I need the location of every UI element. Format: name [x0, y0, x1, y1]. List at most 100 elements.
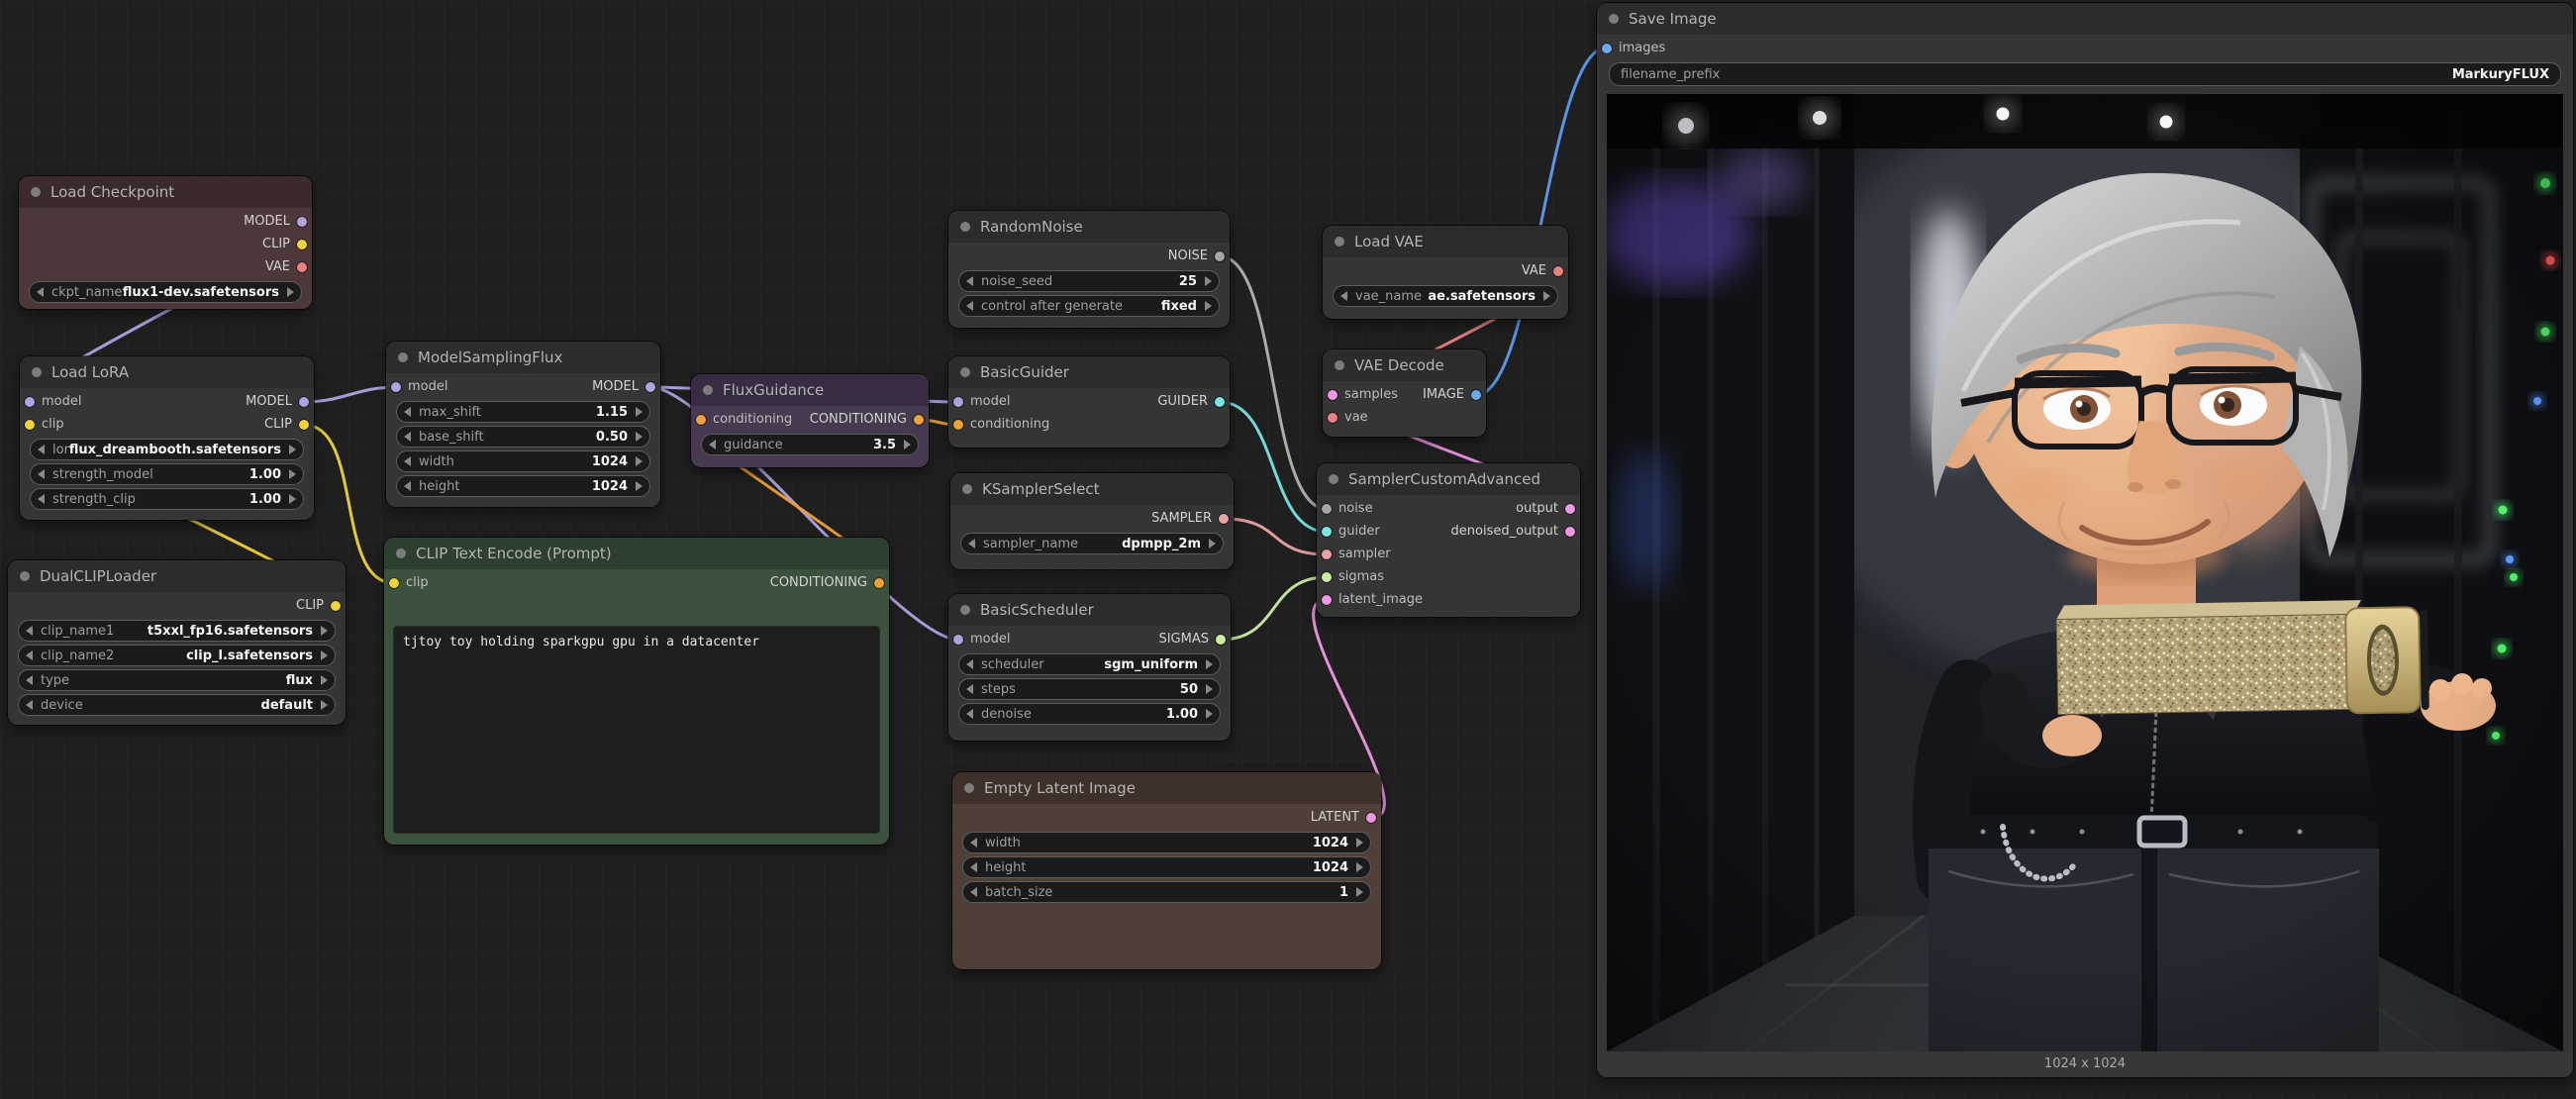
prev-arrow-icon[interactable]	[968, 539, 975, 549]
node-empty-latent-image[interactable]: Empty Latent Image LATENT width 1024 hei…	[952, 772, 1381, 969]
node-header[interactable]: BasicScheduler	[948, 594, 1231, 626]
increment-arrow-icon[interactable]	[636, 407, 643, 417]
decrement-arrow-icon[interactable]	[404, 481, 411, 491]
widget-strength-model[interactable]: strength_model 1.00	[30, 463, 304, 485]
node-header[interactable]: BasicGuider	[948, 356, 1230, 388]
node-header[interactable]: FluxGuidance	[691, 374, 929, 406]
input-slot-latent-image[interactable]	[1322, 595, 1332, 605]
increment-arrow-icon[interactable]	[1206, 709, 1213, 719]
next-arrow-icon[interactable]	[1206, 659, 1213, 669]
node-header[interactable]: Load VAE	[1323, 226, 1568, 257]
node-header[interactable]: VAE Decode	[1323, 350, 1486, 381]
input-slot-model[interactable]	[953, 397, 963, 407]
output-slot-conditioning[interactable]	[914, 415, 924, 425]
decrement-arrow-icon[interactable]	[966, 276, 973, 286]
node-load-vae[interactable]: Load VAE VAE vae_name ae.safetensors	[1323, 226, 1568, 319]
widget-width[interactable]: width 1024	[396, 450, 650, 472]
widget-ckpt-name[interactable]: ckpt_name flux1-dev.safetensors	[29, 281, 302, 303]
node-header[interactable]: DualCLIPLoader	[8, 560, 346, 592]
increment-arrow-icon[interactable]	[1356, 862, 1363, 872]
widget-type[interactable]: type flux	[18, 669, 336, 691]
output-slot-vae[interactable]	[1553, 266, 1563, 276]
node-dual-clip-loader[interactable]: DualCLIPLoader CLIP clip_name1 t5xxl_fp1…	[8, 560, 346, 725]
input-slot-conditioning[interactable]	[696, 415, 706, 425]
input-slot-guider[interactable]	[1322, 527, 1332, 537]
widget-noise-seed[interactable]: noise_seed 25	[958, 270, 1220, 292]
output-slot-noise[interactable]	[1215, 251, 1225, 261]
increment-arrow-icon[interactable]	[1205, 276, 1212, 286]
widget-filename-prefix[interactable]: filename_prefix MarkuryFLUX	[1609, 62, 2561, 86]
node-flux-guidance[interactable]: FluxGuidance conditioning CONDITIONING g…	[691, 374, 929, 467]
node-save-image[interactable]: Save Image images filename_prefix Markur…	[1597, 3, 2573, 1077]
node-load-lora[interactable]: Load LoRA model MODEL clip CLIP lor ... …	[20, 356, 314, 520]
next-arrow-icon[interactable]	[1205, 301, 1212, 311]
node-header[interactable]: CLIP Text Encode (Prompt)	[384, 538, 889, 569]
increment-arrow-icon[interactable]	[636, 456, 643, 466]
input-slot-images[interactable]	[1602, 44, 1612, 53]
node-sampler-custom-advanced[interactable]: SamplerCustomAdvanced noise output guide…	[1317, 463, 1580, 617]
increment-arrow-icon[interactable]	[1356, 887, 1363, 897]
node-model-sampling-flux[interactable]: ModelSamplingFlux model MODEL max_shift …	[386, 342, 660, 507]
decrement-arrow-icon[interactable]	[404, 456, 411, 466]
output-slot-clip[interactable]	[299, 420, 309, 430]
increment-arrow-icon[interactable]	[289, 494, 296, 504]
prev-arrow-icon[interactable]	[1340, 291, 1347, 301]
next-arrow-icon[interactable]	[321, 650, 328, 660]
input-slot-samples[interactable]	[1328, 390, 1338, 400]
increment-arrow-icon[interactable]	[904, 440, 911, 450]
widget-strength-clip[interactable]: strength_clip 1.00	[30, 488, 304, 510]
prev-arrow-icon[interactable]	[26, 626, 33, 636]
output-slot-output[interactable]	[1565, 504, 1575, 514]
input-slot-sampler[interactable]	[1322, 550, 1332, 559]
node-header[interactable]: KSamplerSelect	[950, 473, 1234, 505]
output-slot-conditioning[interactable]	[874, 578, 884, 588]
widget-device[interactable]: device default	[18, 694, 336, 716]
output-slot-sigmas[interactable]	[1216, 635, 1226, 645]
decrement-arrow-icon[interactable]	[970, 838, 977, 848]
input-slot-model[interactable]	[953, 635, 963, 645]
input-slot-conditioning[interactable]	[953, 420, 963, 430]
output-slot-model[interactable]	[297, 217, 307, 227]
node-header[interactable]: Empty Latent Image	[952, 772, 1381, 804]
decrement-arrow-icon[interactable]	[404, 432, 411, 442]
output-slot-clip[interactable]	[297, 240, 307, 250]
node-header[interactable]: Load LoRA	[20, 356, 314, 388]
decrement-arrow-icon[interactable]	[966, 709, 973, 719]
prompt-textarea[interactable]: tjtoy toy holding sparkgpu gpu in a data…	[394, 627, 879, 833]
node-clip-text-encode[interactable]: CLIP Text Encode (Prompt) clip CONDITION…	[384, 538, 889, 845]
widget-width[interactable]: width 1024	[962, 832, 1371, 853]
node-header[interactable]: Save Image	[1597, 3, 2573, 35]
widget-clip-name2[interactable]: clip_name2 clip_l.safetensors	[18, 645, 336, 666]
output-slot-latent[interactable]	[1366, 813, 1376, 823]
increment-arrow-icon[interactable]	[636, 432, 643, 442]
node-header[interactable]: Load Checkpoint	[19, 176, 312, 208]
decrement-arrow-icon[interactable]	[38, 469, 45, 479]
prev-arrow-icon[interactable]	[26, 700, 33, 710]
prev-arrow-icon[interactable]	[26, 675, 33, 685]
input-slot-sigmas[interactable]	[1322, 572, 1332, 582]
widget-height[interactable]: height 1024	[396, 475, 650, 497]
comfyui-canvas[interactable]: { "app": {"name_hint": "node graph edito…	[0, 0, 2576, 1099]
decrement-arrow-icon[interactable]	[709, 440, 716, 450]
increment-arrow-icon[interactable]	[1206, 684, 1213, 694]
widget-batch-size[interactable]: batch_size 1	[962, 881, 1371, 903]
output-slot-clip[interactable]	[331, 601, 341, 611]
prev-arrow-icon[interactable]	[38, 445, 45, 454]
prev-arrow-icon[interactable]	[37, 287, 44, 297]
input-slot-model[interactable]	[391, 382, 401, 392]
decrement-arrow-icon[interactable]	[38, 494, 45, 504]
node-header[interactable]: SamplerCustomAdvanced	[1317, 463, 1580, 495]
output-slot-sampler[interactable]	[1219, 514, 1229, 524]
output-slot-model[interactable]	[645, 382, 655, 392]
widget-height[interactable]: height 1024	[962, 856, 1371, 878]
output-slot-vae[interactable]	[297, 262, 307, 272]
next-arrow-icon[interactable]	[1543, 291, 1550, 301]
next-arrow-icon[interactable]	[321, 675, 328, 685]
node-load-checkpoint[interactable]: Load Checkpoint MODEL CLIP VAE ckpt_name…	[19, 176, 312, 309]
output-slot-image[interactable]	[1471, 390, 1481, 400]
next-arrow-icon[interactable]	[321, 626, 328, 636]
node-header[interactable]: ModelSamplingFlux	[386, 342, 660, 373]
node-ksampler-select[interactable]: KSamplerSelect SAMPLER sampler_name dpmp…	[950, 473, 1234, 569]
widget-denoise[interactable]: denoise 1.00	[958, 703, 1221, 725]
next-arrow-icon[interactable]	[287, 287, 294, 297]
